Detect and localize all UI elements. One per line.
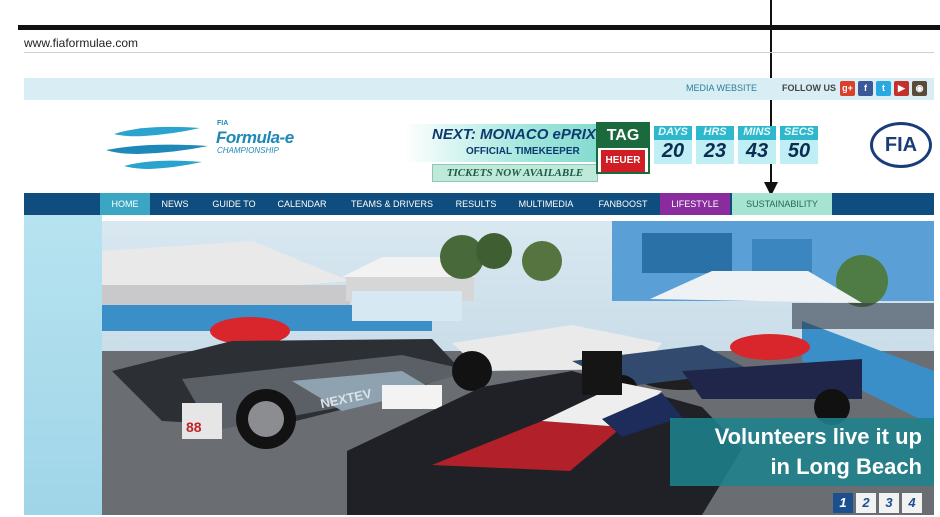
countdown-minutes: MINS 43 bbox=[738, 126, 776, 164]
countdown-label: HRS bbox=[703, 126, 727, 138]
next-race-title[interactable]: NEXT: MONACO ePRIX bbox=[432, 126, 596, 143]
countdown-value: 50 bbox=[780, 140, 818, 164]
sponsor-top-text: TAG bbox=[598, 124, 648, 148]
formula-e-logo-icon[interactable] bbox=[104, 120, 214, 170]
countdown-hours: HRS 23 bbox=[696, 126, 734, 164]
caption-line-2: in Long Beach bbox=[770, 454, 922, 479]
instagram-icon[interactable]: ◉ bbox=[912, 81, 927, 96]
nav-guide-to[interactable]: GUIDE TO bbox=[202, 193, 266, 215]
nav-sustainability[interactable]: SUSTAINABILITY bbox=[732, 193, 832, 215]
url-divider bbox=[24, 52, 934, 53]
countdown-seconds: SECS 50 bbox=[780, 126, 818, 164]
utility-bar: MEDIA WEBSITE FOLLOW US g+ f t ▶ ◉ bbox=[24, 78, 934, 100]
media-website-link[interactable]: MEDIA WEBSITE bbox=[686, 83, 757, 93]
countdown-value: 43 bbox=[738, 140, 776, 164]
countdown-label: DAYS bbox=[658, 126, 688, 138]
nav-calendar[interactable]: CALENDAR bbox=[270, 193, 334, 215]
google-plus-icon[interactable]: g+ bbox=[840, 81, 855, 96]
youtube-icon[interactable]: ▶ bbox=[894, 81, 909, 96]
tickets-button[interactable]: TICKETS NOW AVAILABLE bbox=[432, 164, 598, 182]
follow-us-label: FOLLOW US bbox=[782, 83, 836, 93]
countdown-value: 23 bbox=[696, 140, 734, 164]
countdown-days: DAYS 20 bbox=[654, 126, 692, 164]
twitter-icon[interactable]: t bbox=[876, 81, 891, 96]
nav-multimedia[interactable]: MULTIMEDIA bbox=[510, 193, 582, 215]
tag-heuer-logo[interactable]: TAG HEUER bbox=[596, 122, 650, 174]
main-nav: HOME NEWS GUIDE TO CALENDAR TEAMS & DRIV… bbox=[24, 193, 934, 215]
slide-page-3[interactable]: 3 bbox=[879, 493, 899, 513]
site-header: FIA Formula-e CHAMPIONSHIP NEXT: MONACO … bbox=[24, 104, 934, 190]
url-text[interactable]: www.fiaformulae.com bbox=[24, 36, 138, 50]
sponsor-bottom-text: HEUER bbox=[601, 150, 645, 172]
logo-subtitle: CHAMPIONSHIP bbox=[217, 146, 279, 155]
countdown-timer: DAYS 20 HRS 23 MINS 43 SECS 50 bbox=[654, 126, 820, 164]
timekeeper-label: OFFICIAL TIMEKEEPER bbox=[466, 146, 580, 157]
slide-page-2[interactable]: 2 bbox=[856, 493, 876, 513]
slide-page-1[interactable]: 1 bbox=[833, 493, 853, 513]
nav-fanboost[interactable]: FANBOOST bbox=[590, 193, 656, 215]
hero-side-panel bbox=[24, 215, 102, 515]
logo-name[interactable]: Formula-e bbox=[216, 128, 294, 148]
nav-results[interactable]: RESULTS bbox=[448, 193, 504, 215]
caption-line-1: Volunteers live it up bbox=[714, 424, 922, 449]
countdown-label: MINS bbox=[743, 126, 771, 138]
logo-fia-text: FIA bbox=[217, 120, 229, 127]
nav-news[interactable]: NEWS bbox=[152, 193, 198, 215]
hero-caption[interactable]: Volunteers live it up in Long Beach bbox=[670, 418, 934, 486]
facebook-icon[interactable]: f bbox=[858, 81, 873, 96]
nav-home[interactable]: HOME bbox=[100, 193, 150, 215]
top-rule bbox=[18, 25, 940, 30]
countdown-value: 20 bbox=[654, 140, 692, 164]
slide-page-4[interactable]: 4 bbox=[902, 493, 922, 513]
nav-lifestyle[interactable]: LIFESTYLE bbox=[660, 193, 730, 215]
car-number-label: 88 bbox=[186, 419, 202, 435]
fia-logo[interactable]: FIA bbox=[870, 122, 932, 168]
countdown-label: SECS bbox=[784, 126, 814, 138]
nav-teams-drivers[interactable]: TEAMS & DRIVERS bbox=[340, 193, 444, 215]
